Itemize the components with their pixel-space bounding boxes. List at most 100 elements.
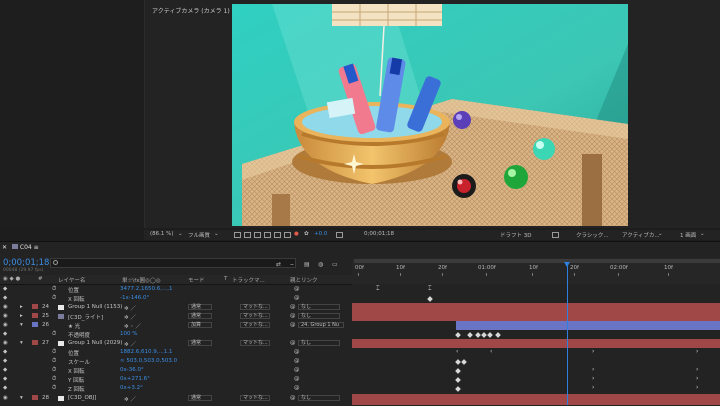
transparency-grid-icon[interactable] — [264, 232, 271, 238]
label-color-swatch[interactable] — [32, 322, 38, 327]
view-layout-dropdown[interactable]: 1 画面 — [680, 231, 696, 239]
keyframe-marker[interactable]: › — [696, 375, 698, 382]
expression-icon[interactable]: @ — [294, 358, 300, 364]
exposure-value[interactable]: +0.0 — [314, 231, 327, 237]
property-row-position[interactable]: ◆ ⏱ 位置 3477.2,1650.6,...,1 @ — [0, 285, 352, 294]
expression-icon[interactable]: @ — [294, 286, 300, 292]
eye-icon[interactable]: ◉ — [3, 313, 8, 319]
draft-3d-toggle[interactable]: ドラフト 3D — [500, 231, 531, 239]
keyframe-marker[interactable]: › — [696, 348, 698, 355]
close-icon[interactable]: ✕ — [2, 244, 7, 251]
blend-mode-dropdown[interactable]: 通常 — [188, 313, 212, 319]
eye-icon[interactable]: ◉ — [3, 340, 8, 346]
property-value[interactable]: 0x-36.0° — [120, 367, 144, 373]
trackmatte-dropdown[interactable]: マットな... — [240, 340, 270, 346]
layer-row-26[interactable]: ◉ ▾ 26 ★ 光 ✲ ◦ ／ 加算 マットな... @ 24. Group … — [0, 321, 352, 330]
parent-dropdown[interactable]: なし — [298, 395, 340, 401]
comp-flowchart-icon[interactable]: ⇄ — [276, 261, 281, 268]
trackmatte-dropdown[interactable]: マットな... — [240, 322, 270, 328]
eye-icon[interactable]: ◉ — [3, 304, 8, 310]
keyframe-marker[interactable] — [481, 332, 487, 338]
collapse-arrow-icon[interactable]: ▾ — [20, 322, 23, 328]
composition-render[interactable] — [232, 4, 628, 226]
camera-snapshot-icon[interactable] — [336, 232, 343, 238]
blend-mode-dropdown[interactable]: 加算 — [188, 322, 212, 328]
stopwatch-icon[interactable]: ⏱ — [52, 376, 56, 383]
expand-arrow-icon[interactable]: ▸ — [20, 313, 23, 319]
expression-icon[interactable]: @ — [294, 295, 300, 301]
keyframe-nav-icon[interactable]: ◆ — [3, 331, 7, 337]
keyframe-marker[interactable] — [455, 386, 461, 392]
parent-dropdown[interactable]: なし — [298, 340, 340, 346]
layer-duration-bar[interactable] — [352, 394, 720, 405]
color-channel-icon[interactable]: ● — [294, 231, 299, 237]
property-value[interactable]: 3477.2,1650.6,...,1 — [120, 286, 172, 292]
switch-icons[interactable]: ✲ ／ — [124, 340, 136, 348]
parent-dropdown[interactable]: 24. Group 1 Nu — [298, 322, 344, 328]
property-value[interactable]: ∞ 503.0,503.0,503.0 — [120, 358, 177, 364]
layer-name[interactable]: Group 1 Null (1153) — [68, 304, 122, 310]
layer-duration-bar[interactable] — [352, 303, 720, 312]
label-color-swatch[interactable] — [32, 395, 38, 400]
keyframe-marker[interactable]: ‹ — [456, 348, 458, 355]
layer-duration-bar[interactable] — [352, 339, 720, 348]
keyframe-marker[interactable] — [455, 377, 461, 383]
switch-icons[interactable]: ✲ ／ — [124, 304, 136, 312]
stopwatch-icon[interactable]: ⏱ — [52, 295, 56, 302]
property-value[interactable]: 0x+271.6° — [120, 376, 150, 382]
switch-icons[interactable]: ✲ ◦ ／ — [124, 322, 141, 330]
camera-view-dropdown[interactable]: アクティブカ... — [622, 231, 660, 239]
layer-name[interactable]: [C3D_OBJ] — [68, 395, 96, 401]
layer-name[interactable]: ★ 光 — [68, 322, 80, 330]
menu-icon[interactable]: ≡ — [34, 244, 39, 251]
parent-dropdown[interactable]: なし — [298, 304, 340, 310]
current-timecode[interactable]: 0;00;01;18 — [3, 258, 49, 268]
mask-icon[interactable] — [254, 232, 261, 238]
viewer-timecode[interactable]: 0;00;01;18 — [364, 231, 394, 237]
property-row-scale[interactable]: ◆ ⏱ スケール ∞ 503.0,503.0,503.0 @ — [0, 357, 352, 366]
layer-row-27[interactable]: ◉ ▾ 27 Group 1 Null (2029) ✲ ／ 通常 マットな..… — [0, 339, 352, 348]
keyframe-marker[interactable]: ⌶ — [428, 285, 432, 293]
expression-icon[interactable]: @ — [294, 367, 300, 373]
keyframe-nav-icon[interactable]: ◆ — [3, 367, 7, 373]
layer-row-28[interactable]: ◉ ▾ 28 [C3D_OBJ] ✲ ／ 通常 マットな... @ なし — [0, 394, 352, 403]
keyframe-nav-icon[interactable]: ◆ — [3, 295, 7, 301]
timeline-tab[interactable]: ✕ C04 ≡ — [2, 244, 39, 251]
switch-icons[interactable]: ✲ ／ — [124, 395, 136, 403]
keyframe-marker[interactable] — [455, 332, 461, 338]
property-value[interactable]: 100 % — [120, 331, 137, 337]
renderer-dropdown[interactable]: クラシック... — [576, 231, 609, 239]
label-color-swatch[interactable] — [32, 340, 38, 345]
zoom-dropdown[interactable]: (86.1 %) — [150, 231, 174, 237]
keyframe-marker[interactable]: ‹ — [490, 348, 492, 355]
chevron-down-icon[interactable]: ⌄ — [214, 231, 219, 237]
frame-blending-icon[interactable]: ▤ — [304, 261, 310, 268]
property-row-x-rotation[interactable]: ◆ ⏱ X 回転 -1x-146.0° @ — [0, 294, 352, 303]
chevron-down-icon[interactable]: ⌄ — [700, 231, 705, 237]
keyframe-marker[interactable] — [467, 332, 473, 338]
chevron-down-icon[interactable]: ⌄ — [178, 231, 183, 237]
keyframe-marker[interactable] — [495, 332, 501, 338]
keyframe-marker[interactable] — [487, 332, 493, 338]
keyframe-marker[interactable]: › — [592, 384, 594, 391]
motion-blur-icon[interactable]: ◍ — [318, 261, 323, 268]
snapshot-icon[interactable] — [234, 232, 241, 238]
keyframe-nav-icon[interactable]: ◆ — [3, 349, 7, 355]
property-row-z-rotation[interactable]: ◆ ⏱ Z 回転 0x+3.2° @ — [0, 384, 352, 393]
property-row-x-rotation[interactable]: ◆ ⏱ X 回転 0x-36.0° @ — [0, 366, 352, 375]
keyframe-marker[interactable] — [475, 332, 481, 338]
playhead-line[interactable] — [567, 262, 568, 405]
collapse-arrow-icon[interactable]: ▾ — [20, 395, 23, 401]
stopwatch-icon[interactable]: ⏱ — [52, 331, 56, 338]
keyframe-nav-icon[interactable]: ◆ — [3, 376, 7, 382]
expression-icon[interactable]: @ — [294, 376, 300, 382]
renderer-icon[interactable] — [552, 232, 559, 238]
property-value[interactable]: 0x+3.2° — [120, 385, 143, 391]
stopwatch-icon[interactable]: ⏱ — [52, 286, 56, 293]
keyframe-nav-icon[interactable]: ◆ — [3, 385, 7, 391]
resolution-dropdown[interactable]: フル画質 — [188, 231, 210, 239]
property-row-position[interactable]: ◆ ⏱ 位置 1882.6,610.9,...1.1 @ — [0, 348, 352, 357]
keyframe-marker[interactable]: › — [696, 384, 698, 391]
pickwhip-icon[interactable]: @ — [290, 395, 296, 401]
eye-icon[interactable]: ◉ — [3, 322, 8, 328]
